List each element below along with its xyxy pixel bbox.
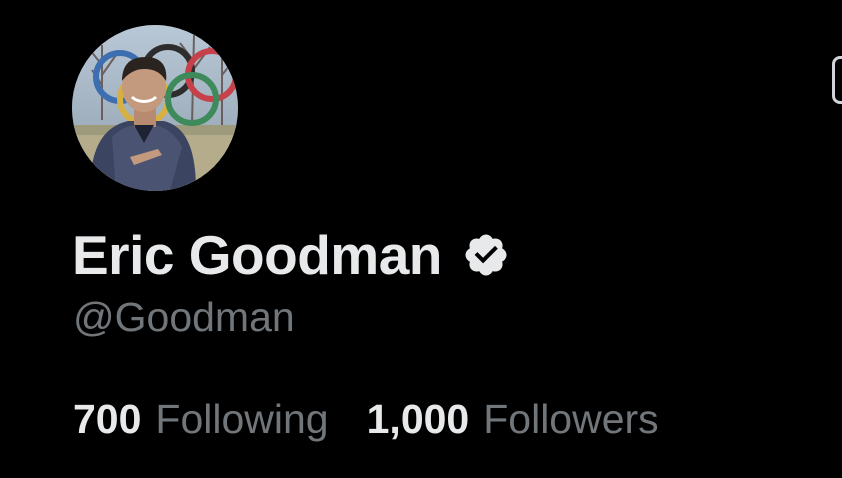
avatar[interactable] <box>72 25 238 191</box>
profile-handle: @Goodman <box>73 294 295 340</box>
profile-name-row: Eric Goodman <box>72 224 510 286</box>
following-label: Following <box>155 396 329 442</box>
following-stat[interactable]: 700 Following <box>73 396 329 443</box>
profile-stats: 700 Following 1,000 Followers <box>73 396 659 443</box>
followers-stat[interactable]: 1,000 Followers <box>367 396 659 443</box>
following-count: 700 <box>73 396 142 442</box>
display-name: Eric Goodman <box>72 224 442 286</box>
edit-profile-button[interactable] <box>832 56 842 104</box>
avatar-photo <box>72 25 238 191</box>
followers-label: Followers <box>483 396 659 442</box>
verified-badge-icon[interactable] <box>462 231 510 279</box>
followers-count: 1,000 <box>366 396 470 442</box>
